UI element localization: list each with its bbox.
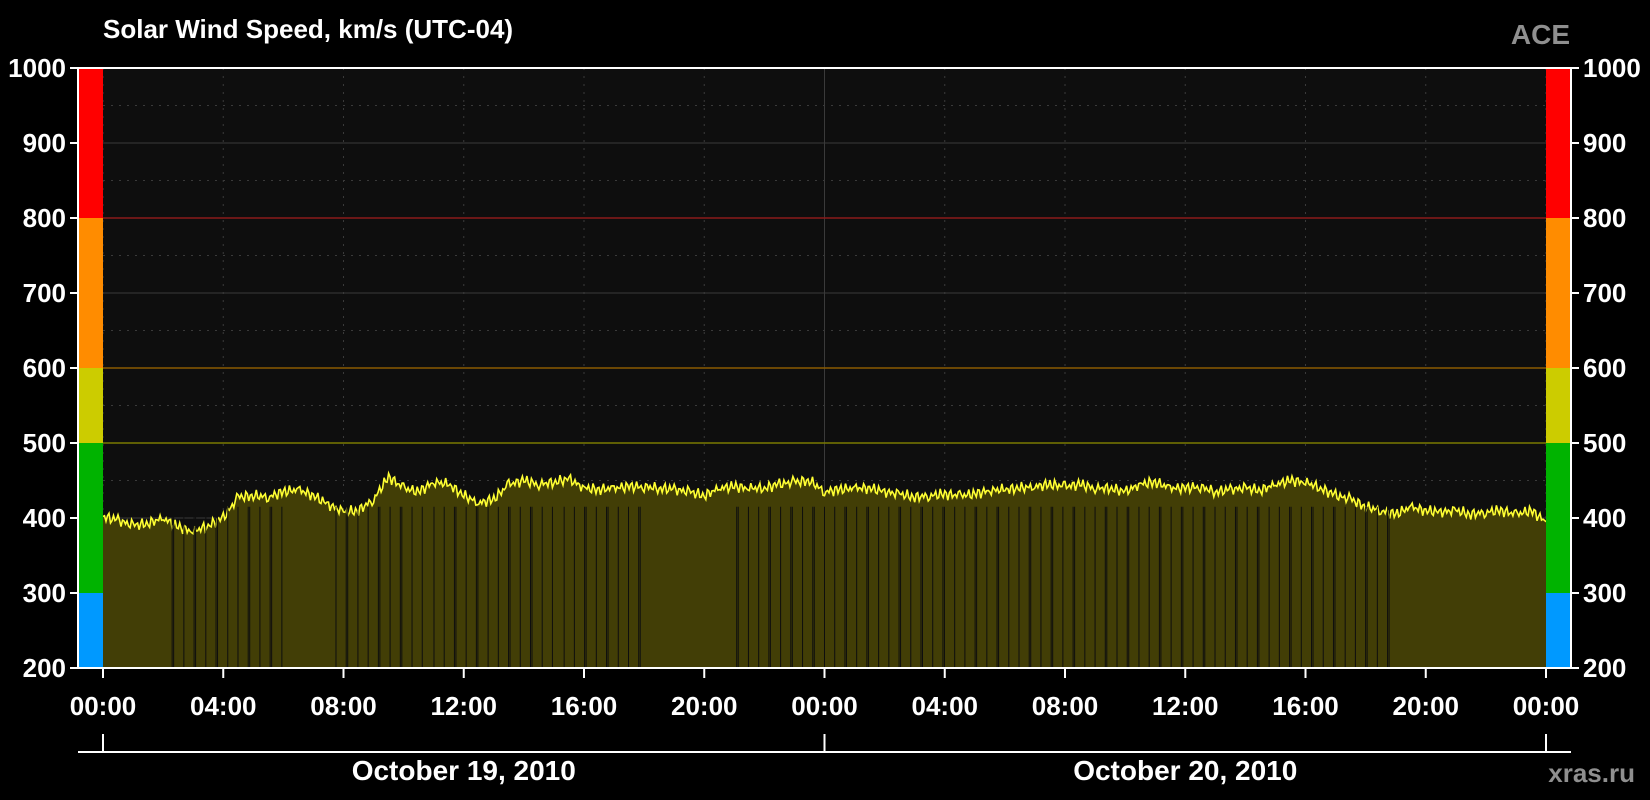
x-tick-label: 08:00 — [1032, 691, 1099, 721]
speed-band — [78, 593, 103, 668]
x-axis: 00:00 04:00 08:00 12:00 16:00 20:00 00:00 04:00… — [70, 668, 1580, 721]
speed-band — [1546, 218, 1571, 368]
x-tick-label: 04:00 — [912, 691, 979, 721]
y-axis-right: 200 300 400 500 600 700 800 900 1000 — [1571, 53, 1641, 683]
x-tick-label: 00:00 — [791, 691, 858, 721]
x-tick-label: 12:00 — [431, 691, 498, 721]
y-tick-label: 200 — [23, 653, 66, 683]
y-tick-label: 900 — [23, 128, 66, 158]
x-tick-label: 16:00 — [551, 691, 618, 721]
x-tick-label: 00:00 — [1513, 691, 1580, 721]
x-tick-label: 20:00 — [1393, 691, 1460, 721]
solar-wind-chart: Solar Wind Speed, km/s (UTC-04) ACE xras… — [8, 14, 1641, 788]
y-tick-label: 600 — [23, 353, 66, 383]
y-tick-label: 500 — [1583, 428, 1626, 458]
x-tick-label: 16:00 — [1272, 691, 1339, 721]
x-tick-label: 12:00 — [1152, 691, 1219, 721]
speed-band — [78, 218, 103, 368]
speed-band — [78, 368, 103, 443]
x-tick-label: 04:00 — [190, 691, 257, 721]
speed-band — [1546, 68, 1571, 218]
y-tick-label: 900 — [1583, 128, 1626, 158]
date-label: October 19, 2010 — [352, 755, 576, 786]
source-label: ACE — [1511, 19, 1570, 50]
y-tick-label: 300 — [23, 578, 66, 608]
y-tick-label: 600 — [1583, 353, 1626, 383]
credit-label: xras.ru — [1548, 758, 1635, 788]
speed-band — [1546, 443, 1571, 593]
x-tick-label: 20:00 — [671, 691, 738, 721]
y-tick-label: 500 — [23, 428, 66, 458]
speed-band — [78, 443, 103, 593]
y-tick-label: 1000 — [1583, 53, 1641, 83]
speed-band — [1546, 368, 1571, 443]
speed-band — [78, 68, 103, 218]
y-tick-label: 200 — [1583, 653, 1626, 683]
y-axis-left: 200 300 400 500 600 700 800 900 1000 — [8, 53, 78, 683]
y-tick-label: 400 — [23, 503, 66, 533]
y-tick-label: 700 — [23, 278, 66, 308]
y-tick-label: 700 — [1583, 278, 1626, 308]
y-tick-label: 400 — [1583, 503, 1626, 533]
y-tick-label: 1000 — [8, 53, 66, 83]
chart-title: Solar Wind Speed, km/s (UTC-04) — [103, 14, 513, 44]
y-tick-label: 300 — [1583, 578, 1626, 608]
speed-band — [1546, 593, 1571, 668]
y-tick-label: 800 — [23, 203, 66, 233]
speed-band-right — [1546, 68, 1571, 668]
date-axis: October 19, 2010 October 20, 2010 — [78, 734, 1571, 786]
y-tick-label: 800 — [1583, 203, 1626, 233]
speed-band-left — [78, 68, 103, 668]
x-tick-label: 08:00 — [310, 691, 377, 721]
date-label: October 20, 2010 — [1073, 755, 1297, 786]
x-tick-label: 00:00 — [70, 691, 137, 721]
